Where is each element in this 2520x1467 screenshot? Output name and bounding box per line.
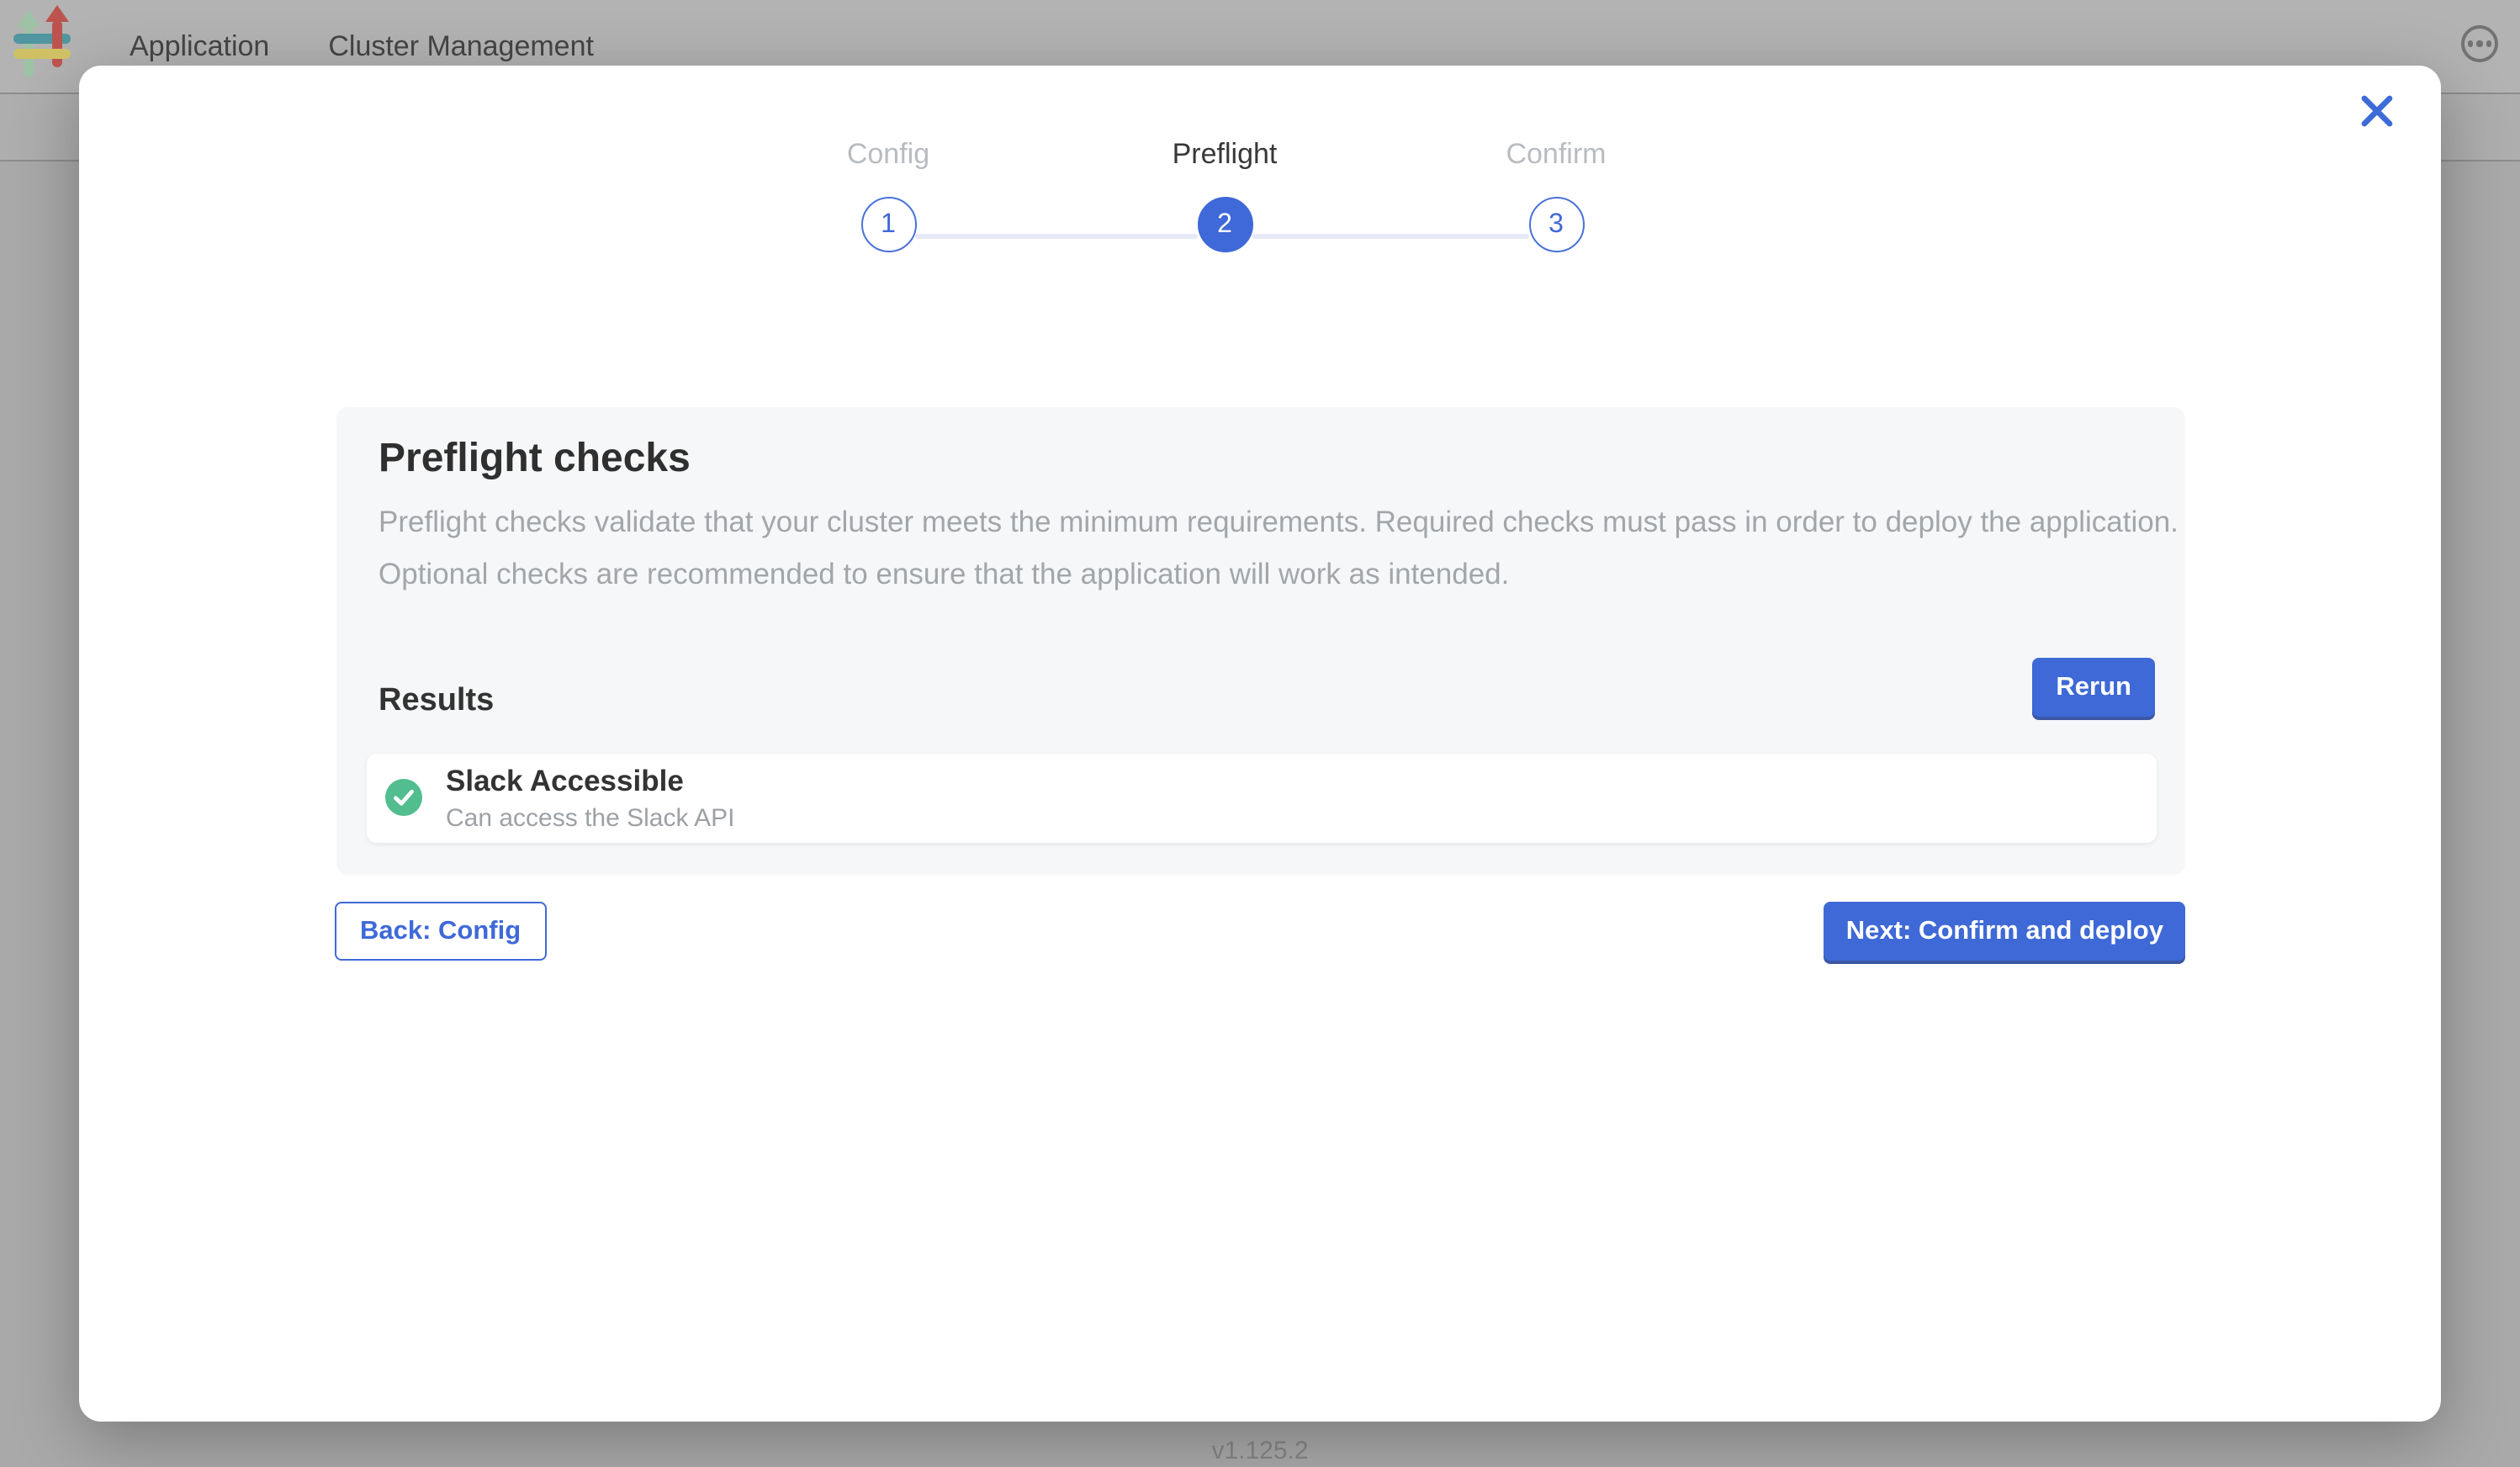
ellipsis-icon <box>2468 41 2474 47</box>
step-circle: 2 <box>1197 197 1252 252</box>
ellipsis-icon <box>2477 41 2483 47</box>
step-circle: 1 <box>860 197 916 252</box>
step-config: Config 1 <box>770 138 1006 252</box>
nav-tabs: Application Cluster Management <box>130 29 594 63</box>
step-preflight: Preflight 2 <box>1107 138 1342 252</box>
results-heading: Results <box>379 683 494 720</box>
rerun-button[interactable]: Rerun <box>2032 658 2155 717</box>
check-detail: Can access the Slack API <box>446 804 735 833</box>
nav-tab-cluster-management[interactable]: Cluster Management <box>328 29 594 63</box>
step-confirm: Confirm 3 <box>1438 138 1674 252</box>
app-root: Application Cluster Management v1.125.2 … <box>0 0 2520 1467</box>
version-text: v1.125.2 <box>0 1437 2520 1465</box>
step-label: Confirm <box>1438 138 1674 172</box>
step-circle: 3 <box>1528 197 1584 252</box>
close-icon[interactable] <box>2357 91 2397 131</box>
panel-title: Preflight checks <box>379 436 691 483</box>
overflow-menu-button[interactable] <box>2461 25 2498 62</box>
preflight-panel: Preflight checks Preflight checks valida… <box>336 407 2185 875</box>
panel-description: Preflight checks validate that your clus… <box>379 496 2195 601</box>
ellipsis-icon <box>2486 41 2492 47</box>
check-title: Slack Accessible <box>446 764 684 799</box>
check-pass-icon <box>385 779 422 816</box>
preflight-wizard-modal: Config 1 Preflight 2 Confirm 3 Preflight… <box>79 66 2441 1422</box>
nav-tab-application[interactable]: Application <box>130 29 269 63</box>
app-logo-icon <box>13 10 71 81</box>
back-config-button[interactable]: Back: Config <box>335 902 546 961</box>
step-label: Config <box>770 138 1006 172</box>
preflight-result-row: Slack Accessible Can access the Slack AP… <box>367 754 2157 843</box>
step-label: Preflight <box>1107 138 1342 172</box>
logo-yellow-bar <box>13 49 71 59</box>
next-confirm-deploy-button[interactable]: Next: Confirm and deploy <box>1824 902 2185 961</box>
